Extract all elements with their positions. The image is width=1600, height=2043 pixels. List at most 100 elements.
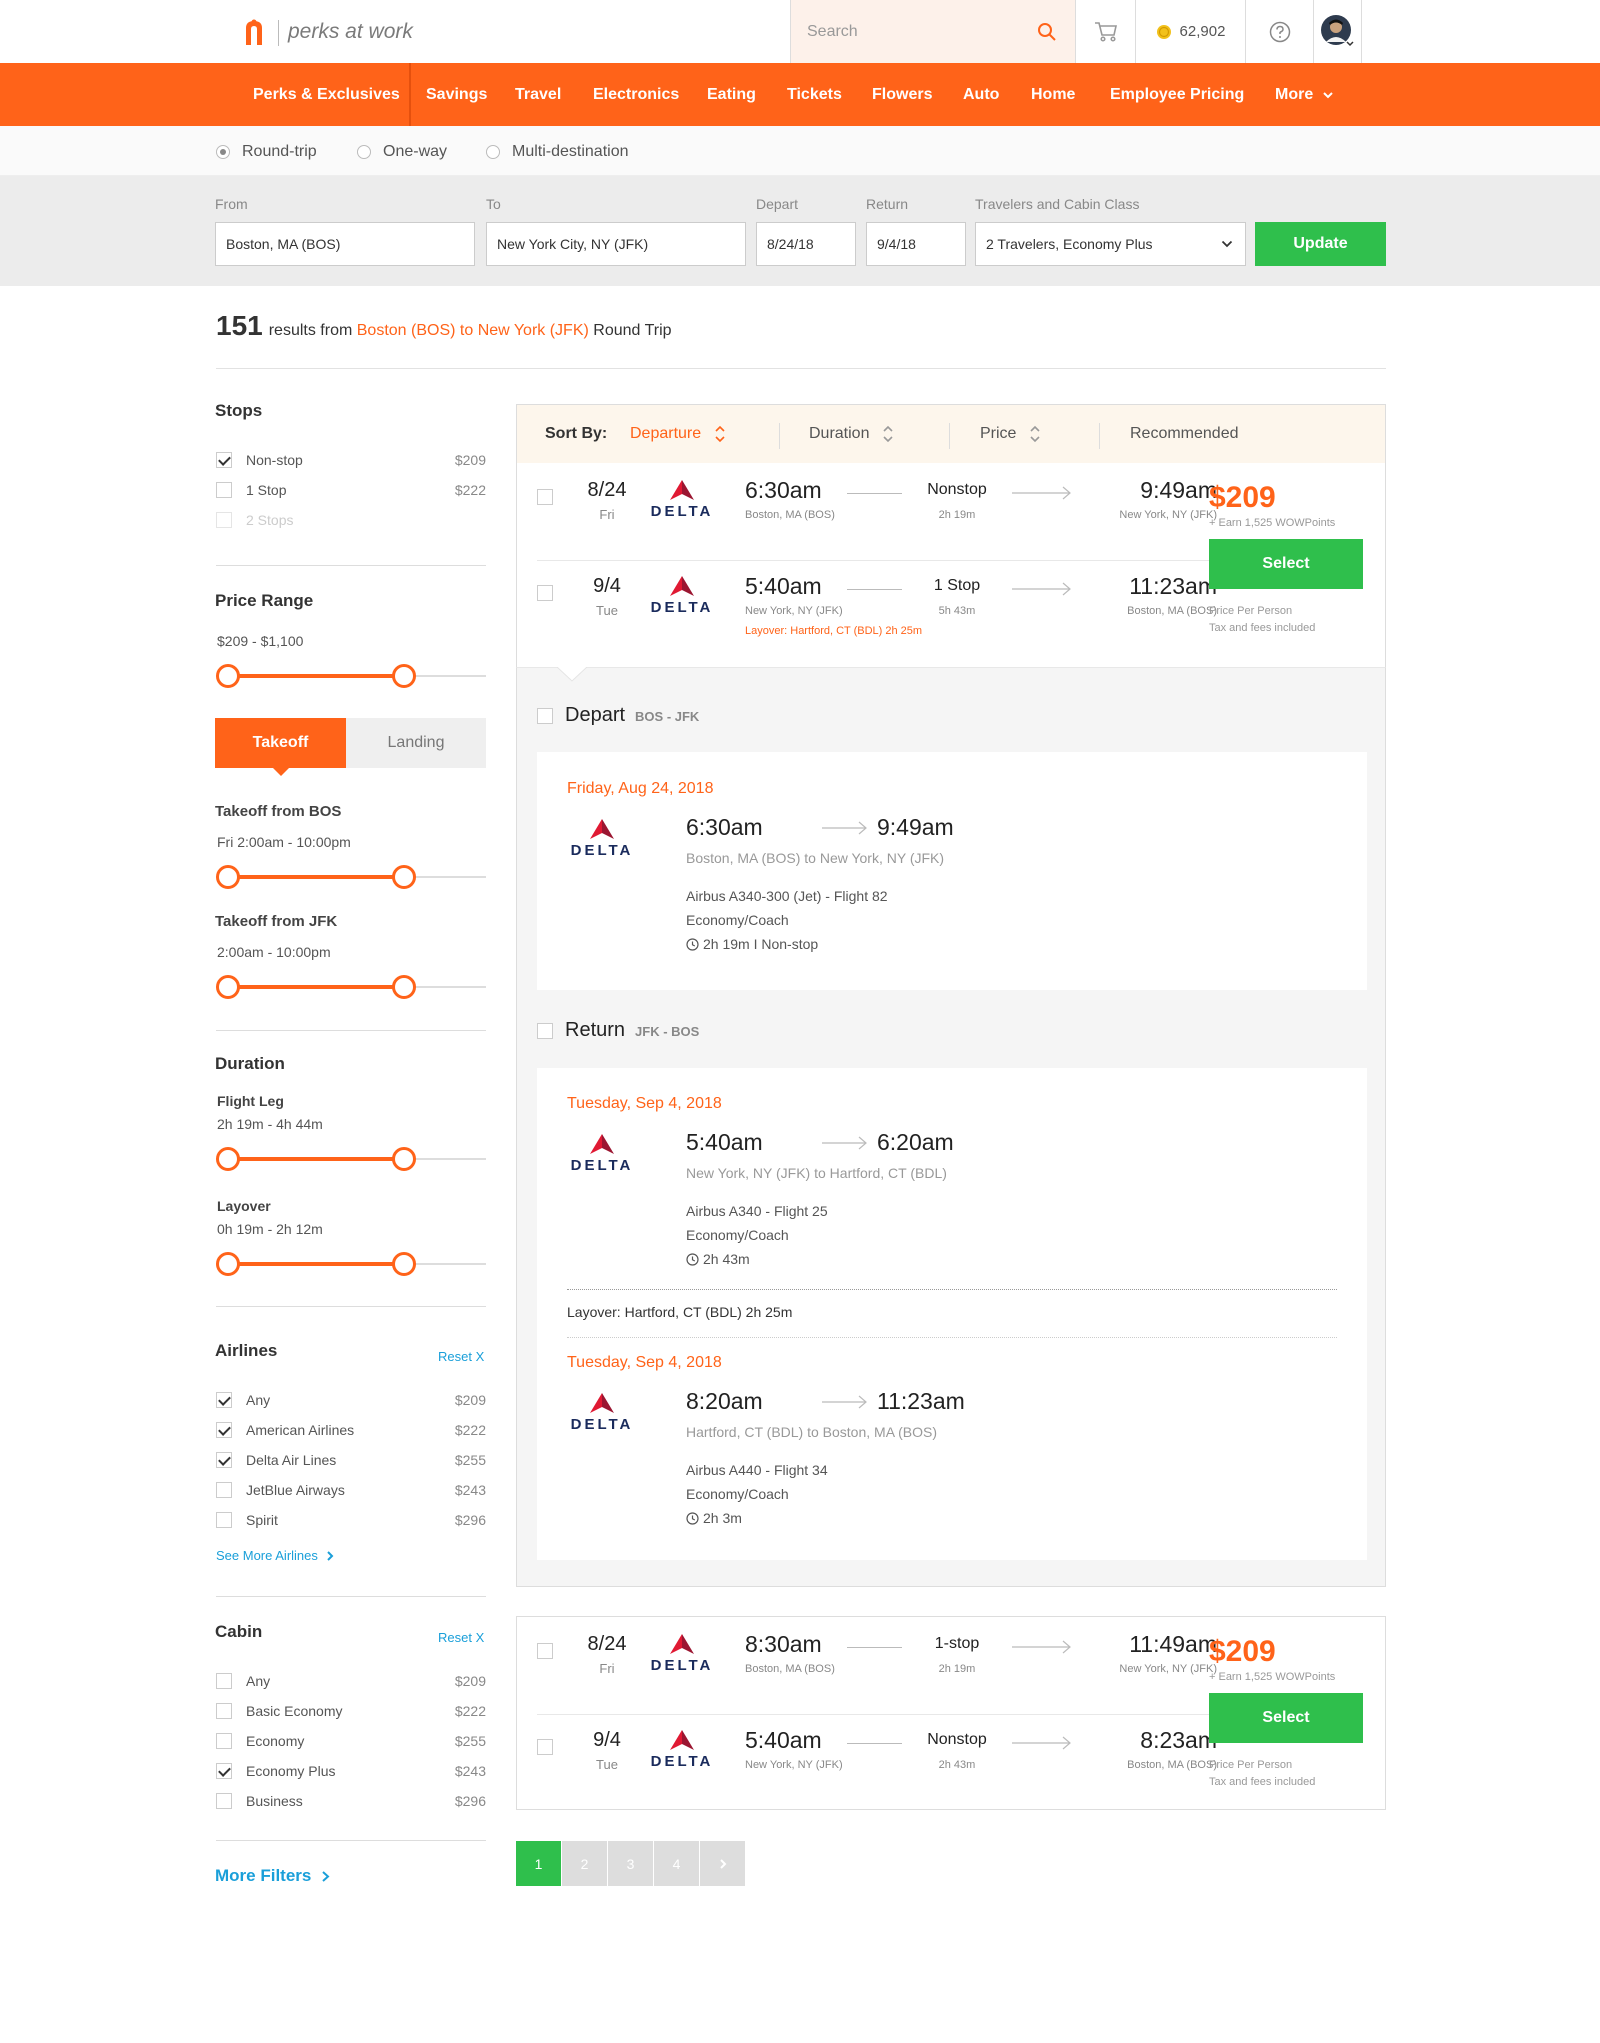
layover-title: Layover	[217, 1198, 271, 1214]
slider-fill	[228, 1262, 404, 1266]
slider-handle-max[interactable]	[392, 975, 416, 999]
update-button[interactable]: Update	[1255, 222, 1386, 266]
filter-airline-any[interactable]: Any $209	[216, 1390, 486, 1410]
page-3-button[interactable]: 3	[608, 1841, 653, 1886]
checkbox[interactable]	[216, 1763, 232, 1779]
price-range-values: $209 - $1,100	[217, 633, 304, 649]
slider-handle-min[interactable]	[216, 664, 240, 688]
filter-cabin-economy-plus[interactable]: Economy Plus $243	[216, 1761, 486, 1781]
travelers-cabin-select[interactable]: 2 Travelers, Economy Plus	[975, 222, 1246, 266]
nav-auto[interactable]: Auto	[963, 63, 999, 126]
checkbox[interactable]	[216, 1673, 232, 1689]
logo-text[interactable]: perks at work	[288, 20, 413, 44]
takeoff-bos-range: Fri 2:00am - 10:00pm	[217, 834, 351, 850]
earn-points: + Earn 1,525 WOWPoints	[1209, 517, 1336, 529]
depart-checkbox[interactable]	[537, 707, 553, 724]
search-input[interactable]: Search	[790, 0, 1075, 63]
filter-cabin-basic-economy[interactable]: Basic Economy $222	[216, 1701, 486, 1721]
user-menu[interactable]	[1313, 0, 1362, 63]
to-input[interactable]: New York City, NY (JFK)	[486, 222, 746, 266]
nav-travel[interactable]: Travel	[515, 63, 561, 126]
filter-airline-american[interactable]: American Airlines $222	[216, 1420, 486, 1440]
page-4-button[interactable]: 4	[654, 1841, 699, 1886]
sort-departure[interactable]: Departure	[630, 425, 725, 443]
nav-more[interactable]: More	[1275, 63, 1334, 126]
tax-note: Tax and fees included	[1209, 1776, 1316, 1788]
airlines-reset-link[interactable]: Reset X	[438, 1349, 484, 1364]
checkbox[interactable]	[216, 1512, 232, 1528]
takeoff-bos-slider[interactable]	[216, 865, 486, 889]
nav-electronics[interactable]: Electronics	[593, 63, 679, 126]
nav-home[interactable]: Home	[1031, 63, 1075, 126]
leg-checkbox[interactable]	[537, 1739, 553, 1755]
takeoff-jfk-slider[interactable]	[216, 975, 486, 999]
checkbox[interactable]	[216, 1733, 232, 1749]
perks-logo-icon[interactable]	[243, 18, 265, 48]
help-button[interactable]	[1245, 0, 1313, 63]
return-checkbox[interactable]	[537, 1022, 553, 1039]
slider-handle-max[interactable]	[392, 664, 416, 688]
cart-button[interactable]	[1075, 0, 1135, 63]
more-filters-link[interactable]: More Filters	[215, 1866, 330, 1886]
slider-handle-max[interactable]	[392, 1252, 416, 1276]
price-range-slider[interactable]	[216, 664, 486, 688]
return-date-input[interactable]: 9/4/18	[866, 222, 966, 266]
cabin-reset-link[interactable]: Reset X	[438, 1630, 484, 1645]
leg-checkbox[interactable]	[537, 585, 553, 601]
layover-slider[interactable]	[216, 1252, 486, 1276]
leg-checkbox[interactable]	[537, 489, 553, 505]
nav-employee-pricing[interactable]: Employee Pricing	[1110, 63, 1244, 126]
checkbox[interactable]	[216, 1703, 232, 1719]
from-input[interactable]: Boston, MA (BOS)	[215, 222, 475, 266]
radio-round-trip[interactable]: Round-trip	[216, 143, 317, 161]
checkbox[interactable]	[216, 482, 232, 498]
checkbox[interactable]	[216, 1392, 232, 1408]
search-icon[interactable]	[1037, 22, 1057, 42]
filter-cabin-any[interactable]: Any $209	[216, 1671, 486, 1691]
sort-recommended[interactable]: Recommended	[1130, 425, 1239, 443]
radio-one-way[interactable]: One-way	[357, 143, 447, 161]
slider-handle-min[interactable]	[216, 975, 240, 999]
page-2-button[interactable]: 2	[562, 1841, 607, 1886]
select-button[interactable]: Select	[1209, 539, 1363, 589]
tab-landing[interactable]: Landing	[346, 718, 486, 768]
departure-city: Boston, MA (BOS)	[745, 509, 835, 521]
filter-nonstop[interactable]: Non-stop $209	[216, 450, 486, 470]
next-page-button[interactable]	[700, 1841, 745, 1886]
nav-tickets[interactable]: Tickets	[787, 63, 842, 126]
slider-handle-min[interactable]	[216, 865, 240, 889]
checkbox[interactable]	[216, 1482, 232, 1498]
select-button[interactable]: Select	[1209, 1693, 1363, 1743]
filter-airline-spirit[interactable]: Spirit $296	[216, 1510, 486, 1530]
checkbox[interactable]	[216, 1422, 232, 1438]
filter-label: Any	[246, 1392, 271, 1408]
page-1-button[interactable]: 1	[516, 1841, 561, 1886]
arrow-right-icon	[1012, 1640, 1071, 1654]
slider-handle-max[interactable]	[392, 865, 416, 889]
slider-handle-min[interactable]	[216, 1252, 240, 1276]
nav-eating[interactable]: Eating	[707, 63, 756, 126]
nav-flowers[interactable]: Flowers	[872, 63, 932, 126]
filter-airline-jetblue[interactable]: JetBlue Airways $243	[216, 1480, 486, 1500]
nav-perks-exclusives[interactable]: Perks & Exclusives	[253, 63, 400, 126]
slider-handle-min[interactable]	[216, 1147, 240, 1171]
points-balance[interactable]: 62,902	[1135, 0, 1245, 63]
sort-price[interactable]: Price	[980, 425, 1041, 443]
nav-savings[interactable]: Savings	[426, 63, 487, 126]
filter-cabin-economy[interactable]: Economy $255	[216, 1731, 486, 1751]
radio-multi-destination[interactable]: Multi-destination	[486, 143, 629, 161]
see-more-airlines-link[interactable]: See More Airlines	[216, 1548, 334, 1563]
checkbox[interactable]	[216, 1793, 232, 1809]
filter-airline-delta[interactable]: Delta Air Lines $255	[216, 1450, 486, 1470]
segment-departure: 8:20am	[686, 1388, 763, 1414]
checkbox[interactable]	[216, 452, 232, 468]
filter-cabin-business[interactable]: Business $296	[216, 1791, 486, 1811]
filter-1-stop[interactable]: 1 Stop $222	[216, 480, 486, 500]
depart-date-input[interactable]: 8/24/18	[756, 222, 856, 266]
flight-leg-slider[interactable]	[216, 1147, 486, 1171]
tab-takeoff[interactable]: Takeoff	[215, 718, 346, 776]
checkbox[interactable]	[216, 1452, 232, 1468]
slider-handle-max[interactable]	[392, 1147, 416, 1171]
leg-checkbox[interactable]	[537, 1643, 553, 1659]
sort-duration[interactable]: Duration	[809, 425, 894, 443]
